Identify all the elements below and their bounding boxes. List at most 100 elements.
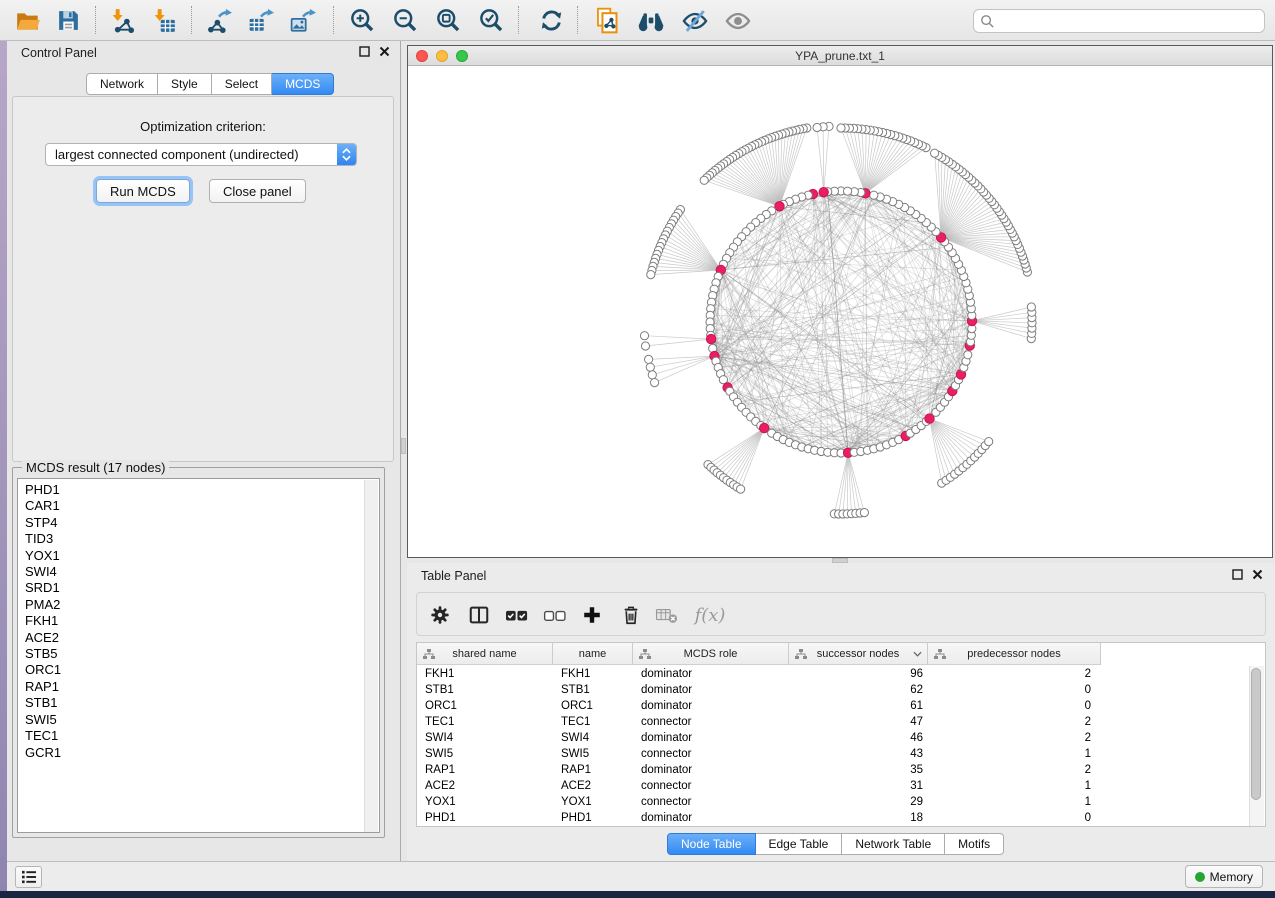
search-input[interactable]: [999, 13, 1258, 29]
open-folder-icon: [15, 8, 41, 34]
toolbar-separator: [518, 6, 519, 34]
network-view-title: YPA_prune.txt_1: [408, 49, 1272, 63]
float-panel-icon[interactable]: [1232, 569, 1243, 580]
table-settings-button[interactable]: [425, 601, 455, 629]
table-row[interactable]: SWI4SWI4dominator462: [417, 730, 1265, 746]
tab-edge-table[interactable]: Edge Table: [756, 833, 843, 855]
table-panel-tabs: Node TableEdge TableNetwork TableMotifs: [667, 833, 1004, 855]
mcds-result-item[interactable]: RAP1: [18, 679, 379, 695]
table-panel-title: Table Panel: [421, 569, 486, 583]
table-row[interactable]: TEC1TEC1connector472: [417, 714, 1265, 730]
mcds-result-item[interactable]: SWI4: [18, 564, 379, 580]
mcds-result-item[interactable]: STB1: [18, 695, 379, 711]
mcds-result-item[interactable]: TID3: [18, 531, 379, 547]
zoom-out-button[interactable]: [387, 5, 423, 36]
select-all-button[interactable]: [502, 601, 532, 629]
import-table-icon: [151, 8, 177, 34]
memory-button[interactable]: Memory: [1185, 865, 1263, 888]
mcds-list-scrollbar[interactable]: [364, 480, 378, 833]
table-scrollbar-thumb[interactable]: [1251, 668, 1261, 800]
tab-node-table[interactable]: Node Table: [667, 833, 756, 855]
new-network-from-selection-button[interactable]: [589, 5, 625, 36]
delete-table-button[interactable]: [652, 601, 682, 629]
table-row[interactable]: SWI5SWI5connector431: [417, 746, 1265, 762]
column-header-name[interactable]: name: [553, 643, 633, 665]
mcds-result-item[interactable]: PHD1: [18, 482, 379, 498]
function-builder-button[interactable]: f(x): [689, 601, 731, 629]
task-history-button[interactable]: [15, 866, 42, 888]
table-cell: 2: [417, 730, 1091, 746]
new-network-document-icon: [594, 7, 621, 34]
deselect-all-button[interactable]: [540, 601, 570, 629]
save-session-button[interactable]: [50, 5, 86, 36]
mcds-result-item[interactable]: TEC1: [18, 728, 379, 744]
table-row[interactable]: ACE2ACE2connector311: [417, 778, 1265, 794]
tab-motifs[interactable]: Motifs: [945, 833, 1004, 855]
mcds-result-item[interactable]: STB5: [18, 646, 379, 662]
hide-selected-button[interactable]: [677, 5, 713, 36]
close-panel-icon[interactable]: [1252, 569, 1263, 580]
mcds-result-item[interactable]: ORC1: [18, 662, 379, 678]
table-scrollbar[interactable]: [1249, 666, 1264, 826]
table-cell: 1: [417, 778, 1091, 794]
tab-mcds[interactable]: MCDS: [272, 73, 334, 95]
import-network-button[interactable]: [104, 5, 140, 36]
mcds-result-item[interactable]: SWI5: [18, 712, 379, 728]
vertical-splitter-handle[interactable]: [401, 438, 406, 454]
export-image-icon: [290, 8, 316, 34]
first-neighbors-button[interactable]: [633, 5, 669, 36]
mcds-result-item[interactable]: FKH1: [18, 613, 379, 629]
export-image-button[interactable]: [285, 5, 321, 36]
tab-select[interactable]: Select: [212, 73, 272, 95]
network-canvas[interactable]: [408, 66, 1272, 557]
float-panel-icon[interactable]: [359, 46, 370, 57]
zoom-fit-button[interactable]: [430, 5, 466, 36]
import-table-button[interactable]: [146, 5, 182, 36]
mcds-result-item[interactable]: GCR1: [18, 745, 379, 761]
table-cell: 1: [417, 794, 1091, 810]
toggle-panes-button[interactable]: [464, 601, 494, 629]
run-mcds-button[interactable]: Run MCDS: [96, 179, 190, 203]
zoom-selected-button[interactable]: [473, 5, 509, 36]
tab-network[interactable]: Network: [86, 73, 158, 95]
tab-style[interactable]: Style: [158, 73, 212, 95]
table-row[interactable]: PHD1PHD1dominator180: [417, 810, 1265, 826]
show-all-button[interactable]: [720, 5, 756, 36]
export-table-button[interactable]: [243, 5, 279, 36]
table-row[interactable]: ORC1ORC1dominator610: [417, 698, 1265, 714]
binoculars-icon: [637, 7, 665, 35]
mcds-result-group: MCDS result (17 nodes) PHD1CAR1STP4TID3Y…: [12, 467, 385, 838]
column-header-MCDS-role[interactable]: MCDS role: [633, 643, 789, 665]
column-header-successor-nodes[interactable]: successor nodes: [789, 643, 928, 665]
eye-slash-icon: [681, 7, 709, 35]
horizontal-splitter-handle[interactable]: [832, 558, 848, 563]
mcds-result-item[interactable]: STP4: [18, 515, 379, 531]
mcds-result-item[interactable]: PMA2: [18, 597, 379, 613]
optimization-select[interactable]: largest connected component (undirected): [45, 143, 357, 166]
close-panel-button[interactable]: Close panel: [209, 179, 306, 203]
mcds-result-item[interactable]: ACE2: [18, 630, 379, 646]
mcds-result-item[interactable]: CAR1: [18, 498, 379, 514]
table-cell: 0: [417, 682, 1091, 698]
node-table: shared namenameMCDS rolesuccessor nodesp…: [416, 642, 1266, 827]
optimization-criterion-label: Optimization criterion:: [13, 119, 393, 134]
table-cell: 0: [417, 698, 1091, 714]
zoom-in-button[interactable]: [344, 5, 380, 36]
table-cell: 2: [417, 762, 1091, 778]
table-row[interactable]: STB1STB1dominator620: [417, 682, 1265, 698]
column-header-predecessor-nodes[interactable]: predecessor nodes: [928, 643, 1101, 665]
delete-column-button[interactable]: [616, 601, 646, 629]
close-panel-icon[interactable]: [379, 46, 390, 57]
table-row[interactable]: FKH1FKH1dominator962: [417, 666, 1265, 682]
table-row[interactable]: YOX1YOX1connector291: [417, 794, 1265, 810]
refresh-view-button[interactable]: [533, 5, 569, 36]
mcds-result-item[interactable]: YOX1: [18, 548, 379, 564]
tab-network-table[interactable]: Network Table: [842, 833, 945, 855]
column-header-shared-name[interactable]: shared name: [417, 643, 553, 665]
table-row[interactable]: RAP1RAP1dominator352: [417, 762, 1265, 778]
export-network-button[interactable]: [201, 5, 237, 36]
mcds-result-list[interactable]: PHD1CAR1STP4TID3YOX1SWI4SRD1PMA2FKH1ACE2…: [17, 478, 380, 833]
open-file-button[interactable]: [10, 5, 46, 36]
mcds-result-item[interactable]: SRD1: [18, 580, 379, 596]
add-column-button[interactable]: [577, 601, 607, 629]
